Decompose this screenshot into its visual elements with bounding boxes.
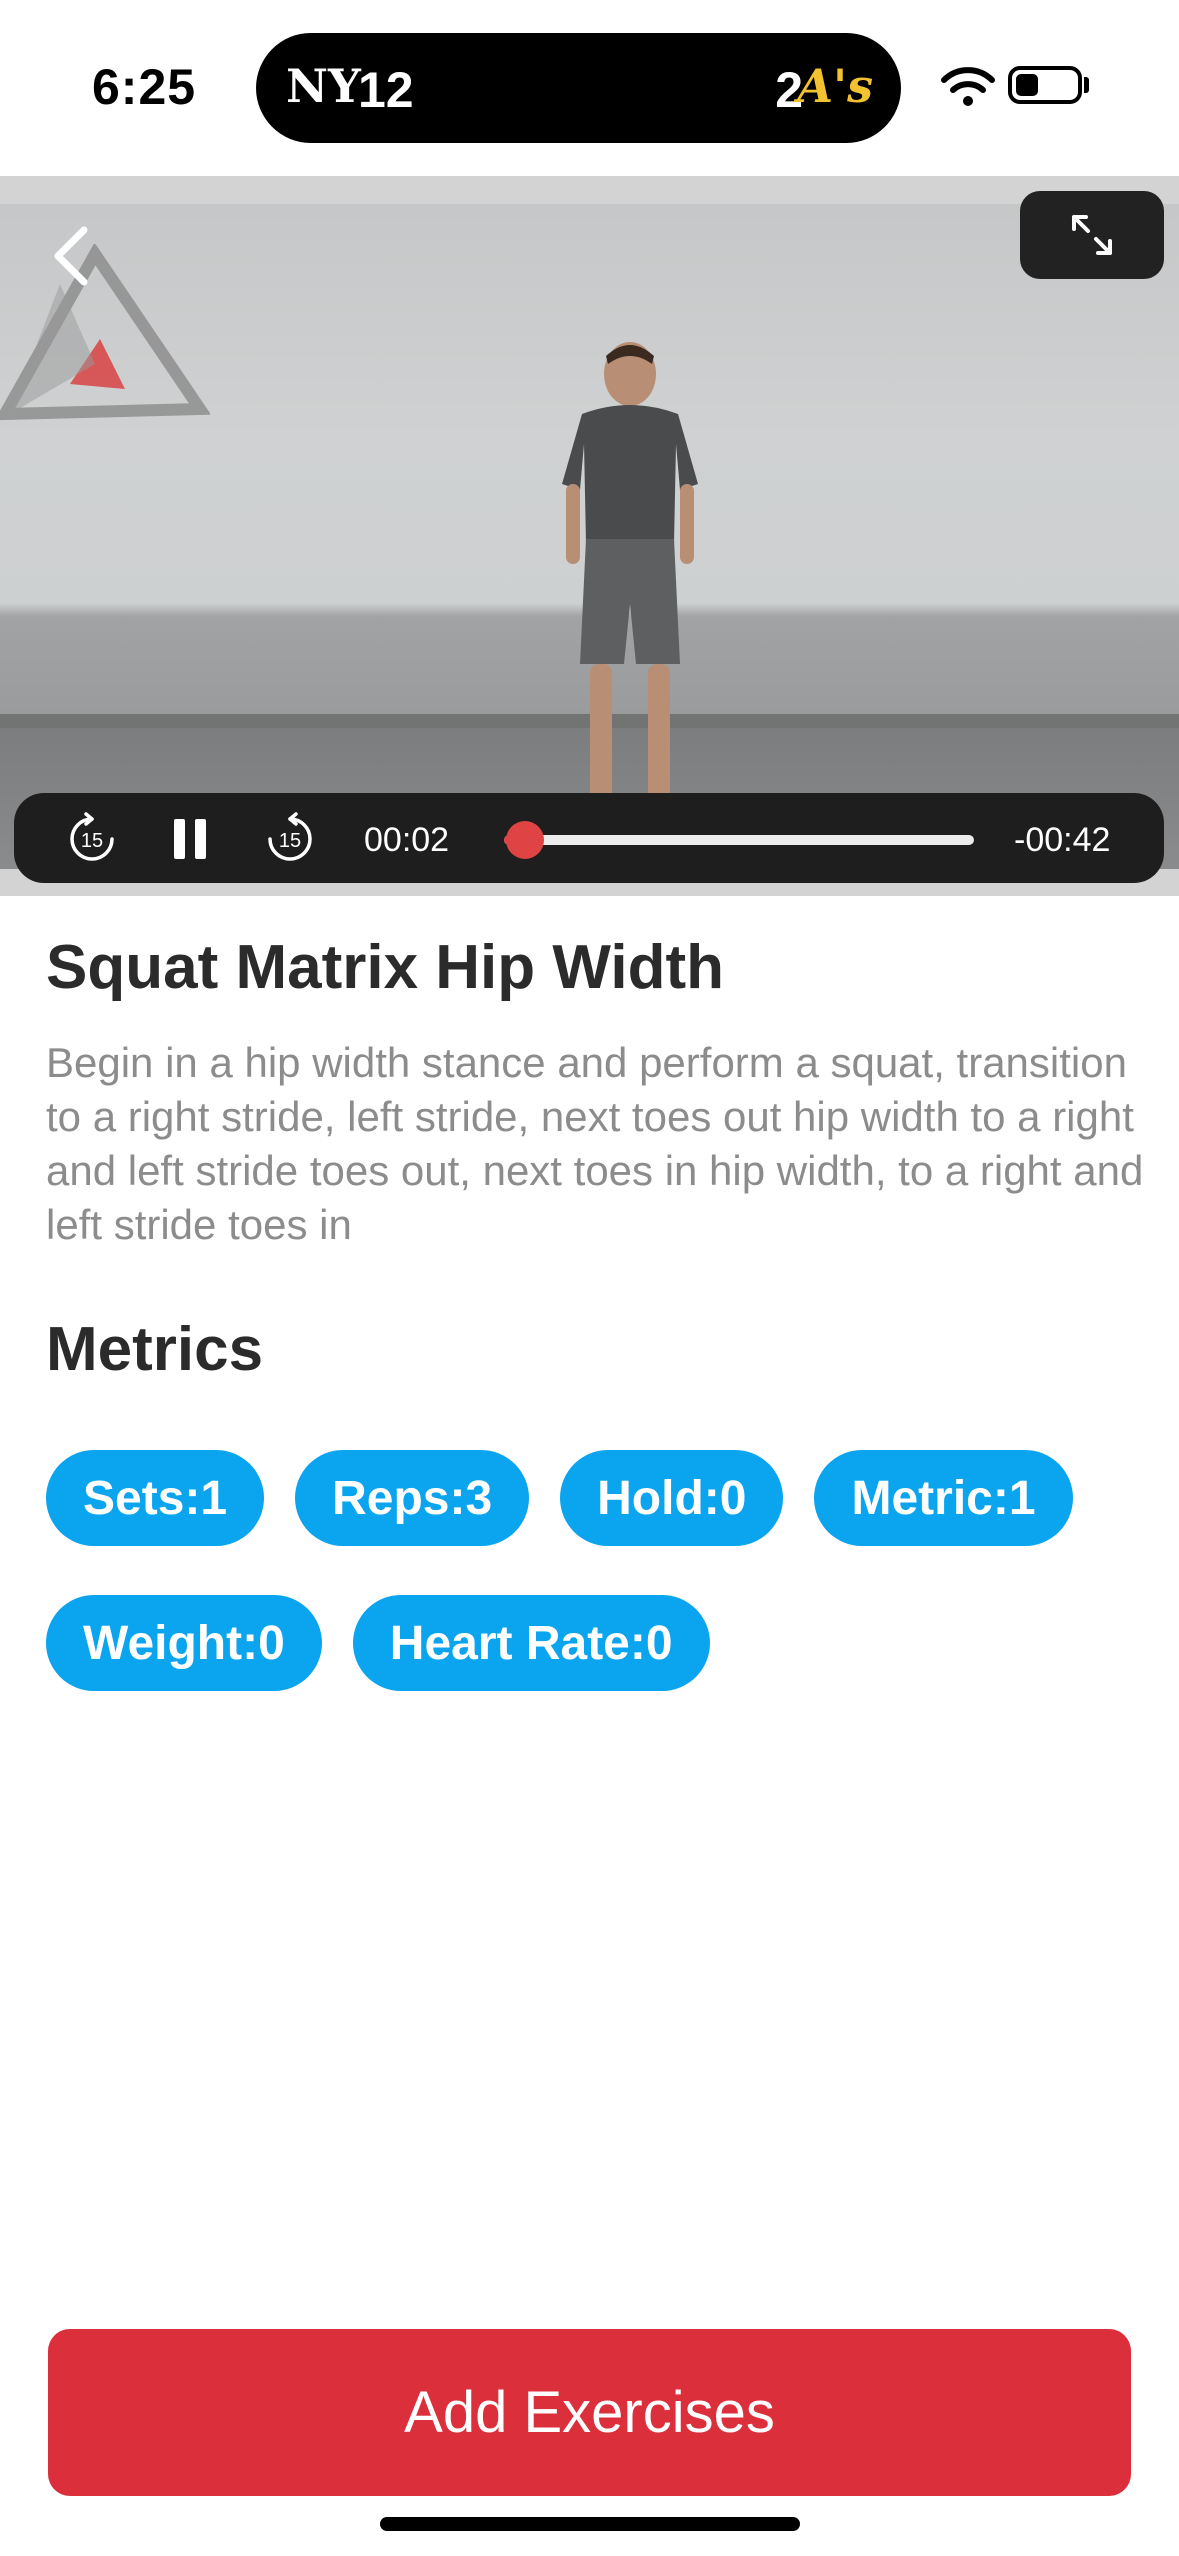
metric-heart-rate-pill: Heart Rate:0 — [352, 1595, 710, 1691]
home-indicator[interactable] — [380, 2517, 800, 2531]
rewind-seconds: 15 — [81, 830, 103, 852]
exercise-title: Squat Matrix Hip Width — [46, 933, 724, 1002]
pause-icon[interactable] — [162, 811, 218, 867]
playback-controls: 15 15 00:02 -00:42 — [14, 793, 1164, 883]
yankees-logo: NY — [286, 59, 361, 113]
back-chevron-icon[interactable] — [40, 216, 110, 296]
metrics-list: Sets:1 Reps:3 Hold:0 Metric:1 Weight:0 H… — [46, 1450, 1146, 1691]
video-player[interactable]: 15 15 00:02 -00:42 — [0, 176, 1179, 896]
progress-slider[interactable] — [504, 821, 974, 859]
metric-hold-pill: Hold:0 — [560, 1450, 784, 1546]
forward-15-icon[interactable]: 15 — [262, 811, 318, 867]
remaining-time: -00:42 — [1014, 821, 1111, 859]
status-bar: 6:25 NY 12 2 A's — [0, 0, 1179, 176]
forward-seconds: 15 — [279, 830, 301, 852]
elapsed-time: 00:02 — [364, 821, 450, 859]
battery-icon — [1008, 66, 1082, 104]
video-frame — [0, 204, 1179, 869]
athletics-logo: A's — [797, 59, 873, 113]
metric-reps-pill: Reps:3 — [295, 1450, 530, 1546]
home-score: 12 — [358, 62, 414, 118]
fullscreen-button[interactable] — [1020, 191, 1164, 279]
metric-weight-pill: Weight:0 — [46, 1595, 322, 1691]
battery-level — [1016, 74, 1038, 96]
battery-cap — [1084, 77, 1089, 93]
progress-knob[interactable] — [506, 821, 545, 859]
metrics-heading: Metrics — [46, 1315, 264, 1384]
wifi-icon — [941, 67, 995, 106]
status-time: 6:25 — [92, 59, 197, 115]
person-figure — [562, 342, 698, 828]
rewind-15-icon[interactable]: 15 — [64, 811, 120, 867]
metric-sets-pill: Sets:1 — [46, 1450, 265, 1546]
expand-icon — [1072, 215, 1112, 255]
add-exercises-button[interactable]: Add Exercises — [48, 2329, 1131, 2496]
live-activity-scoreboard[interactable]: NY 12 2 A's — [256, 33, 901, 143]
exercise-description: Begin in a hip width stance and perform … — [46, 1039, 1144, 1248]
metric-metric-pill: Metric:1 — [814, 1450, 1073, 1546]
